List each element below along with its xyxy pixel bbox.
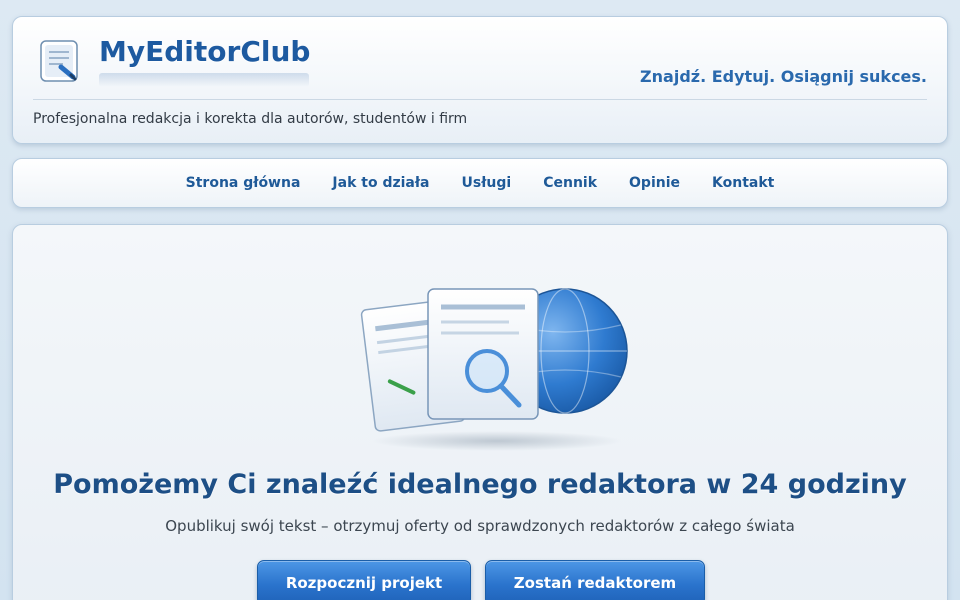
header-subtitle: Profesjonalna redakcja i korekta dla aut… (33, 111, 468, 127)
nav-item-contact[interactable]: Kontakt (712, 175, 774, 191)
page: MyEditorClub Znajdź. Edytuj. Osiągnij su… (0, 0, 960, 600)
nav-item-services[interactable]: Usługi (462, 175, 512, 191)
header-slogan: Znajdź. Edytuj. Osiągnij sukces. (640, 67, 927, 86)
brand-reflection (99, 73, 309, 87)
nav-item-reviews[interactable]: Opinie (629, 175, 680, 191)
become-editor-button[interactable]: Zostań redaktorem (485, 560, 705, 600)
nav-item-pricing[interactable]: Cennik (543, 175, 597, 191)
nav-item-home[interactable]: Strona główna (186, 175, 301, 191)
documents-magnifier-globe-icon (360, 288, 628, 451)
hero-title: Pomożemy Ci znaleźć idealnego redaktora … (53, 469, 907, 500)
header-divider (33, 99, 927, 100)
nav-item-how-it-works[interactable]: Jak to działa (332, 175, 429, 191)
brand-logo-text[interactable]: MyEditorClub (99, 35, 310, 68)
start-project-button[interactable]: Rozpocznij projekt (257, 560, 471, 600)
site-header: MyEditorClub Znajdź. Edytuj. Osiągnij su… (12, 16, 948, 144)
hero-subtitle: Opublikuj swój tekst – otrzymuj oferty o… (165, 517, 795, 535)
hero-section: Pomożemy Ci znaleźć idealnego redaktora … (12, 224, 948, 600)
document-pen-icon (40, 40, 78, 82)
main-nav: Strona główna Jak to działa Usługi Cenni… (12, 158, 948, 208)
